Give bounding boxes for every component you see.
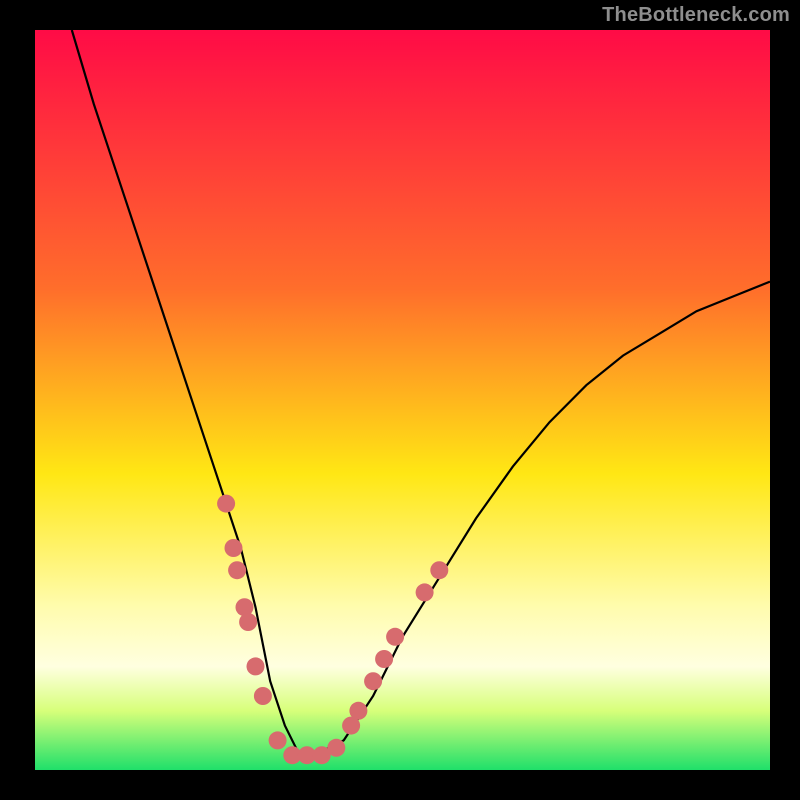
watermark-text: TheBottleneck.com [602,4,790,27]
curve-marker [430,561,448,579]
curve-marker [254,687,272,705]
curve-marker [225,539,243,557]
curve-marker [228,561,246,579]
curve-marker [375,650,393,668]
plot-background [35,30,770,770]
chart-stage: TheBottleneck.com [0,0,800,800]
curve-marker [364,672,382,690]
curve-marker [239,613,257,631]
curve-marker [247,657,265,675]
chart-svg [0,0,800,800]
curve-marker [386,628,404,646]
curve-marker [349,702,367,720]
curve-marker [327,739,345,757]
curve-marker [269,731,287,749]
curve-marker [416,583,434,601]
curve-marker [217,495,235,513]
